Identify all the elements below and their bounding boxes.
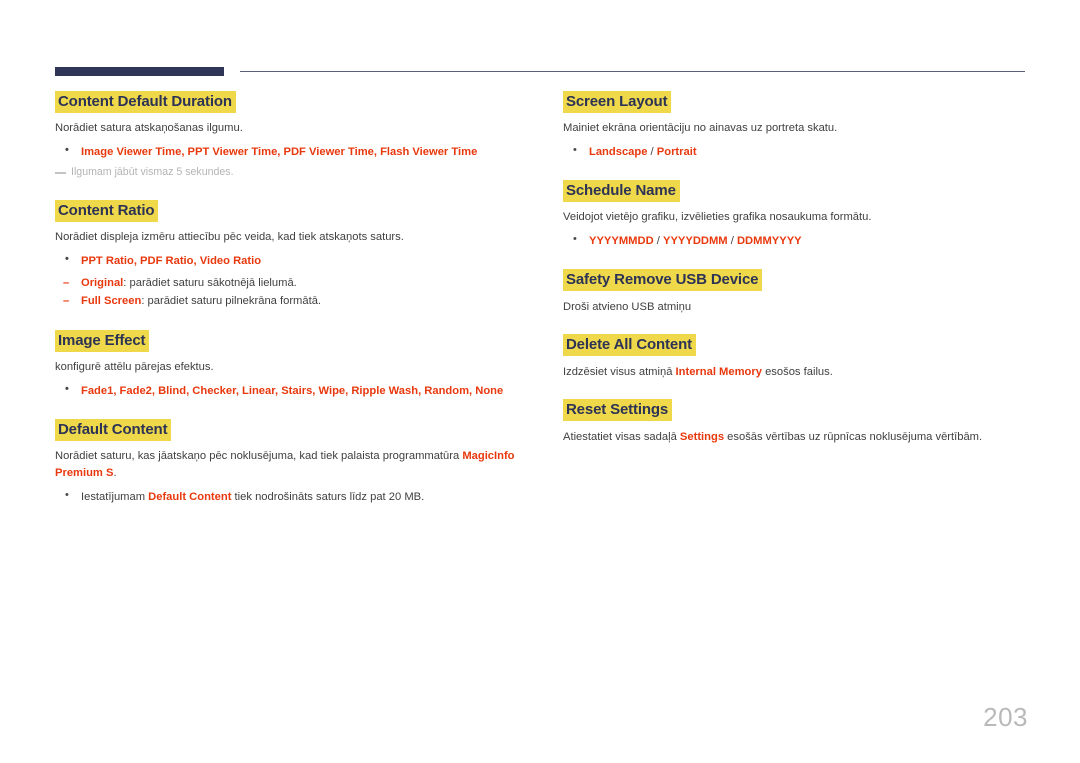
section-heading-highlight: Delete All Content [563,334,696,357]
content-block: Schedule Name Veidojot vietējo grafiku, i… [563,180,1025,250]
body-text: Atiestatiet visas sadaļā [563,430,680,443]
section-heading: Reset Settings [563,399,1025,422]
option-list-item: Iestatījumam Default Content tiek nodroš… [55,487,525,506]
page-header-rule [0,62,1080,82]
content-block: Content Default Duration Norādiet satura … [55,91,525,181]
section-description: Norādiet satura atskaņošanas ilgumu. [55,122,243,135]
section-note: Ilgumam jābūt vismaz 5 sekundes. [55,165,525,181]
option-list: Iestatījumam Default Content tiek nodroš… [55,487,525,506]
header-thin-rule [240,71,1025,72]
section-heading-highlight: Screen Layout [563,91,672,113]
option-sublist: Original: parādiet saturu sākotnējā liel… [55,274,525,310]
section-heading: Content Default Duration [55,91,525,113]
option-list: PPT Ratio, PDF Ratio, Video Ratio [55,251,525,270]
accent-term: Settings [679,430,725,443]
option-list-item: Fade1, Fade2, Blind, Checker, Linear, St… [55,381,525,400]
section-description: Norādiet saturu, kas jāatskaņo pēc noklu… [55,448,525,482]
body-text: : parādiet saturu pilnekrāna formātā. [141,295,322,308]
section-heading-highlight: Safety Remove USB Device [563,269,763,292]
section-heading: Image Effect [55,329,525,352]
section-heading-highlight: Content Default Duration [55,91,236,113]
section-description: Izdzēsiet visus atmiņā Internal Memory e… [563,364,1025,381]
option-list: Landscape / Portrait [563,142,1025,161]
section-description: Norādiet displeja izmēru attiecību pēc v… [55,231,404,244]
option-list: Image Viewer Time, PPT Viewer Time, PDF … [55,142,525,161]
content-block: Reset Settings Atiestatiet visas sadaļā S… [563,399,1025,446]
content-block: Safety Remove USB Device Droši atvieno US… [563,269,1025,315]
content-block: Screen Layout Mainiet ekrāna orientāciju … [563,91,1025,161]
section-description: Droši atvieno USB atmiņu [563,300,692,313]
left-column: Content Default Duration Norādiet satura … [55,91,525,526]
section-heading: Schedule Name [563,180,1025,203]
body-text: : parādiet saturu sākotnējā lielumā. [123,277,297,290]
accent-term: Original [81,277,124,290]
option-list-item: YYYYMMDD / YYYYDDMM / DDMMYYYY [563,231,1025,250]
section-heading-highlight: Schedule Name [563,180,680,203]
content-block: Delete All Content Izdzēsiet visus atmiņā… [563,334,1025,381]
body-text: Norādiet saturu, kas jāatskaņo pēc noklu… [55,449,463,462]
body-text: / [727,235,737,248]
section-description: konfigurē attēlu pārejas efektus. [55,360,214,373]
option-list-item: Image Viewer Time, PPT Viewer Time, PDF … [55,142,525,161]
option-list-item: Landscape / Portrait [563,142,1025,161]
body-text: . [113,466,117,479]
section-description: Atiestatiet visas sadaļā Settings esošās… [563,429,1025,446]
accent-term: YYYYDDMM [662,235,728,248]
header-accent-bar [55,67,224,76]
accent-term: Full Screen [81,295,142,308]
option-list: YYYYMMDD / YYYYDDMM / DDMMYYYY [563,231,1025,250]
body-text: esošos failus. [761,365,833,378]
accent-term: DDMMYYYY [736,235,802,248]
accent-term: YYYYMMDD [589,235,654,248]
body-text: / [653,235,663,248]
accent-term: Default Content [148,490,232,503]
body-text: / [647,146,657,159]
content-block: Default Content Norādiet saturu, kas jāat… [55,418,525,506]
page-number: 203 [983,702,1028,732]
option-list-item: PPT Ratio, PDF Ratio, Video Ratio [55,251,525,270]
section-heading: Screen Layout [563,91,1025,113]
option-sublist-item: Original: parādiet saturu sākotnējā liel… [55,274,525,292]
section-heading: Content Ratio [55,200,525,223]
section-heading-highlight: Image Effect [55,329,150,352]
body-text: esošās vērtības uz rūpnīcas noklusējuma … [724,430,983,443]
content-block: Content Ratio Norādiet displeja izmēru at… [55,200,525,311]
section-heading-highlight: Content Ratio [55,200,159,223]
section-heading: Default Content [55,418,525,441]
section-heading-highlight: Default Content [55,418,172,441]
accent-term: Portrait [656,146,697,159]
content-block: Image Effect konfigurē attēlu pārejas efe… [55,329,525,400]
body-text: Iestatījumam [81,490,149,503]
body-text: tiek nodrošināts saturs līdz pat 20 MB. [231,490,425,503]
section-description: Mainiet ekrāna orientāciju no ainavas uz… [563,122,838,135]
body-text: Izdzēsiet visus atmiņā [563,365,676,378]
option-list: Fade1, Fade2, Blind, Checker, Linear, St… [55,381,525,400]
accent-term: Internal Memory [675,365,762,378]
option-sublist-item: Full Screen: parādiet saturu pilnekrāna … [55,292,525,310]
section-description: Veidojot vietējo grafiku, izvēlieties gr… [563,211,872,224]
section-heading-highlight: Reset Settings [563,399,673,422]
section-heading: Delete All Content [563,334,1025,357]
section-heading: Safety Remove USB Device [563,269,1025,292]
accent-term: Landscape [589,146,648,159]
right-column: Screen Layout Mainiet ekrāna orientāciju … [563,91,1025,466]
